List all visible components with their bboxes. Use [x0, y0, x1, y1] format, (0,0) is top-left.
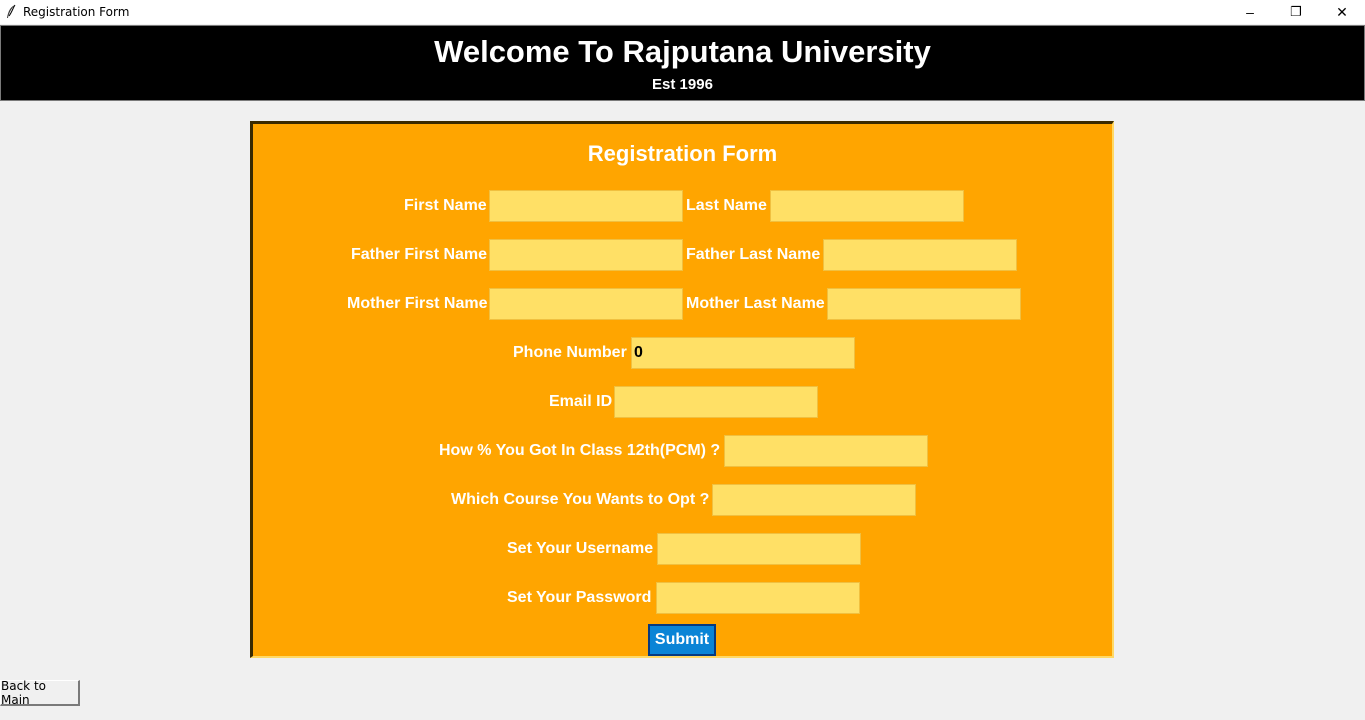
percentage-12th-field[interactable] — [724, 435, 928, 467]
last-name-label: Last Name — [686, 197, 767, 214]
username-label: Set Your Username — [507, 540, 654, 557]
window-titlebar: Registration Form – ❐ ✕ — [0, 0, 1365, 24]
university-title: Welcome To Rajputana University — [434, 34, 931, 69]
header-banner: Welcome To Rajputana University Est 1996 — [0, 25, 1365, 101]
established-subtitle: Est 1996 — [652, 76, 713, 93]
submit-button[interactable]: Submit — [648, 624, 716, 656]
password-field[interactable] — [656, 582, 860, 614]
mother-first-name-label: Mother First Name — [347, 295, 488, 312]
email-id-field[interactable] — [614, 386, 818, 418]
father-last-name-field[interactable] — [823, 239, 1017, 271]
username-field[interactable] — [657, 533, 861, 565]
mother-first-name-field[interactable] — [489, 288, 683, 320]
mother-last-name-field[interactable] — [827, 288, 1021, 320]
form-title: Registration Form — [587, 141, 778, 166]
last-name-field[interactable] — [770, 190, 964, 222]
course-field[interactable] — [712, 484, 916, 516]
first-name-label: First Name — [404, 197, 487, 214]
close-button[interactable]: ✕ — [1319, 0, 1365, 24]
password-label: Set Your Password — [507, 589, 652, 606]
phone-number-field[interactable]: 0 — [631, 337, 855, 369]
first-name-field[interactable] — [489, 190, 683, 222]
father-first-name-label: Father First Name — [351, 246, 488, 263]
window-title: Registration Form — [23, 5, 130, 19]
phone-number-label: Phone Number — [513, 344, 627, 361]
course-label: Which Course You Wants to Opt ? — [451, 491, 710, 508]
father-last-name-label: Father Last Name — [686, 246, 821, 263]
email-id-label: Email ID — [549, 393, 613, 410]
minimize-button[interactable]: – — [1227, 0, 1273, 24]
father-first-name-field[interactable] — [489, 239, 683, 271]
back-to-main-button[interactable]: Back to Main — [0, 679, 80, 707]
restore-button[interactable]: ❐ — [1273, 0, 1319, 24]
mother-last-name-label: Mother Last Name — [686, 295, 825, 312]
percentage-12th-label: How % You Got In Class 12th(PCM) ? — [439, 442, 721, 459]
feather-icon — [7, 4, 16, 18]
